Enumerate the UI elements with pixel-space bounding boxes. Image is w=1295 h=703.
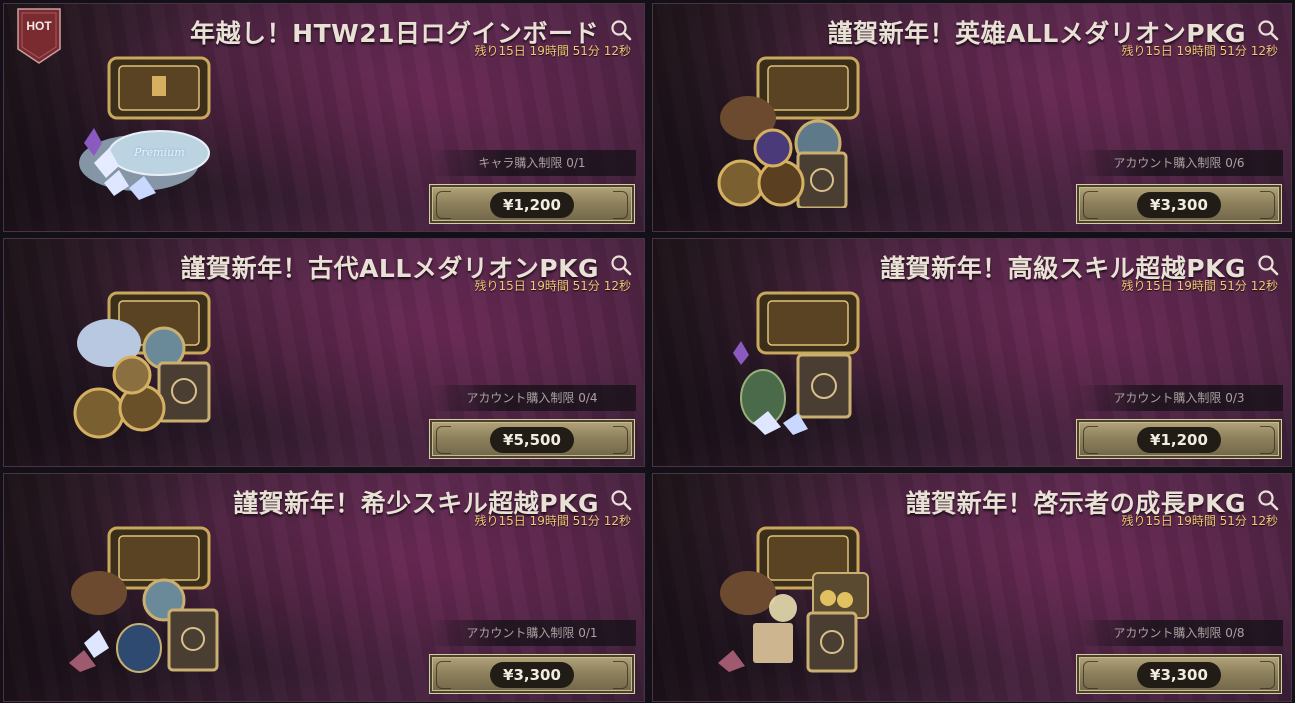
- product-card[interactable]: 謹賀新年！希少スキル超越PKG 残り15日 19時間 51分 12秒 アカウント…: [3, 473, 645, 702]
- chest-bundle-icon: [718, 526, 869, 673]
- purchase-limit: キャラ購入制限 0/1: [428, 150, 636, 176]
- search-icon[interactable]: [610, 19, 632, 41]
- button-ornament: [613, 661, 628, 689]
- button-ornament: [1083, 191, 1098, 219]
- button-ornament: [1083, 661, 1098, 689]
- product-card[interactable]: 謹賀新年！英雄ALLメダリオンPKG 残り15日 19時間 51分 12秒 アカ…: [652, 3, 1292, 232]
- hot-badge: HOT: [15, 7, 63, 65]
- chest-bundle-icon: [79, 56, 211, 200]
- button-ornament: [436, 426, 451, 454]
- button-ornament: [1083, 426, 1098, 454]
- search-icon[interactable]: [1257, 489, 1279, 511]
- product-card[interactable]: HOT Premium 年越し！HTW21日ログインボード 残り15日 19時間…: [3, 3, 645, 232]
- button-ornament: [436, 661, 451, 689]
- purchase-limit: アカウント購入制限 0/8: [1075, 620, 1283, 646]
- buy-button[interactable]: ¥1,200: [1076, 419, 1282, 459]
- remaining-time: 残り15日 19時間 51分 12秒: [1121, 44, 1278, 58]
- price-label: ¥1,200: [490, 192, 574, 218]
- search-icon[interactable]: [610, 489, 632, 511]
- purchase-limit: アカウント購入制限 0/3: [1075, 385, 1283, 411]
- premium-label: Premium: [134, 146, 185, 159]
- remaining-time: 残り15日 19時間 51分 12秒: [474, 44, 631, 58]
- price-label: ¥3,300: [1137, 192, 1221, 218]
- search-icon[interactable]: [1257, 19, 1279, 41]
- product-card[interactable]: 謹賀新年！高級スキル超越PKG 残り15日 19時間 51分 12秒 アカウント…: [652, 238, 1292, 467]
- remaining-time: 残り15日 19時間 51分 12秒: [1121, 514, 1278, 528]
- search-icon[interactable]: [1257, 254, 1279, 276]
- purchase-limit: アカウント購入制限 0/6: [1075, 150, 1283, 176]
- hot-badge-label: HOT: [26, 19, 52, 33]
- chest-bundle-icon: [733, 291, 860, 435]
- chest-bundle-icon: [69, 526, 219, 673]
- remaining-time: 残り15日 19時間 51分 12秒: [474, 514, 631, 528]
- price-label: ¥5,500: [490, 427, 574, 453]
- button-ornament: [1260, 661, 1275, 689]
- button-ornament: [613, 191, 628, 219]
- search-icon[interactable]: [610, 254, 632, 276]
- product-card[interactable]: 謹賀新年！古代ALLメダリオンPKG 残り15日 19時間 51分 12秒 アカ…: [3, 238, 645, 467]
- price-label: ¥1,200: [1137, 427, 1221, 453]
- chest-bundle-icon: [73, 291, 211, 439]
- buy-button[interactable]: ¥5,500: [429, 419, 635, 459]
- remaining-time: 残り15日 19時間 51分 12秒: [474, 279, 631, 293]
- shop-grid: HOT Premium 年越し！HTW21日ログインボード 残り15日 19時間…: [0, 0, 1295, 703]
- price-label: ¥3,300: [490, 662, 574, 688]
- remaining-time: 残り15日 19時間 51分 12秒: [1121, 279, 1278, 293]
- product-card[interactable]: 謹賀新年！啓示者の成長PKG 残り15日 19時間 51分 12秒 アカウント購…: [652, 473, 1292, 702]
- purchase-limit: アカウント購入制限 0/4: [428, 385, 636, 411]
- price-label: ¥3,300: [1137, 662, 1221, 688]
- buy-button[interactable]: ¥3,300: [429, 654, 635, 694]
- buy-button[interactable]: ¥3,300: [1076, 654, 1282, 694]
- buy-button[interactable]: ¥3,300: [1076, 184, 1282, 224]
- chest-bundle-icon: [717, 56, 860, 208]
- button-ornament: [1260, 191, 1275, 219]
- button-ornament: [1260, 426, 1275, 454]
- purchase-limit: アカウント購入制限 0/1: [428, 620, 636, 646]
- button-ornament: [436, 191, 451, 219]
- buy-button[interactable]: ¥1,200: [429, 184, 635, 224]
- button-ornament: [613, 426, 628, 454]
